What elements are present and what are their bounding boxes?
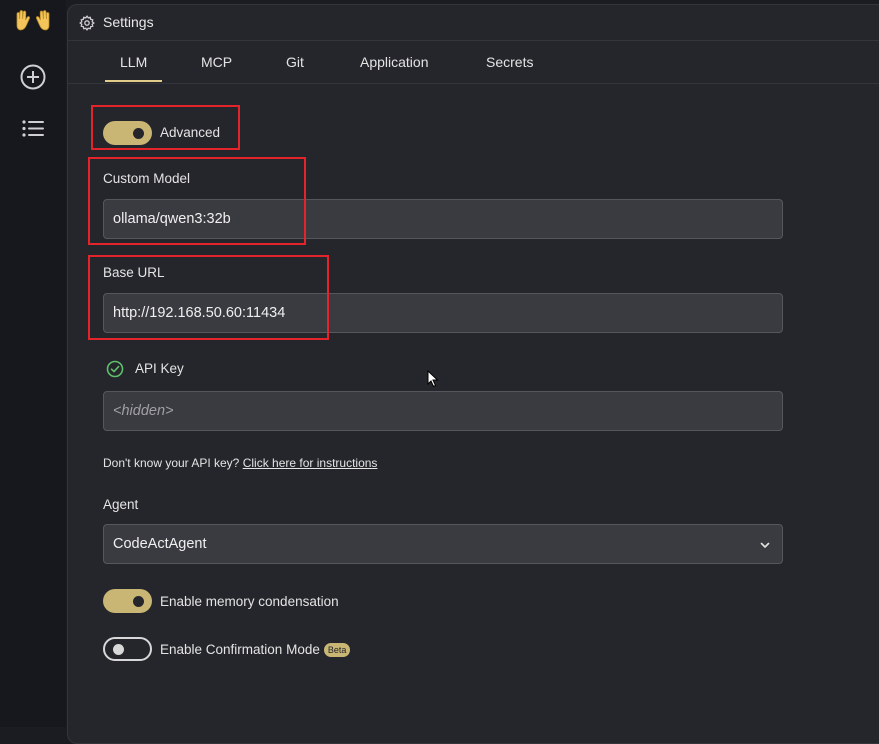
page-title: Settings — [103, 14, 154, 30]
memory-condensation-label: Enable memory condensation — [160, 594, 339, 609]
tab-llm[interactable]: LLM — [104, 54, 163, 82]
confirmation-mode-label: Enable Confirmation Mode Beta — [160, 642, 351, 657]
api-key-help: Don't know your API key? Click here for … — [103, 456, 377, 470]
advanced-label: Advanced — [160, 125, 221, 140]
custom-model-label: Custom Model — [103, 171, 191, 186]
api-key-instructions-link[interactable]: Click here for instructions — [243, 456, 378, 470]
tab-application[interactable]: Application — [360, 54, 429, 70]
advanced-toggle[interactable] — [103, 121, 152, 145]
confirmation-mode-toggle[interactable] — [103, 637, 152, 661]
api-key-input[interactable] — [103, 391, 783, 431]
gear-icon — [79, 15, 95, 31]
base-url-label: Base URL — [103, 265, 165, 280]
tab-git[interactable]: Git — [286, 54, 304, 70]
plus-circle-icon[interactable] — [19, 63, 47, 91]
base-url-input[interactable] — [103, 293, 783, 333]
tab-mcp[interactable]: MCP — [201, 54, 232, 70]
tab-secrets[interactable]: Secrets — [486, 54, 533, 70]
settings-tabs: LLM MCP Git Application Secrets — [68, 41, 879, 84]
panel-header: Settings — [68, 5, 879, 41]
raised-hands-icon[interactable] — [14, 9, 52, 33]
toggle-knob — [133, 596, 144, 607]
confirmation-mode-text: Enable Confirmation Mode — [160, 642, 320, 657]
mouse-cursor-icon — [427, 370, 439, 388]
agent-select-value: CodeActAgent — [113, 536, 207, 552]
api-key-help-text: Don't know your API key? — [103, 456, 240, 470]
check-circle-icon — [106, 360, 124, 378]
chevron-down-icon — [760, 542, 770, 548]
agent-label: Agent — [103, 497, 139, 512]
agent-select[interactable]: CodeActAgent — [103, 524, 783, 564]
settings-panel: Settings LLM MCP Git Application Secrets… — [67, 4, 879, 744]
toggle-knob — [113, 644, 124, 655]
toggle-knob — [133, 128, 144, 139]
list-icon[interactable] — [19, 115, 47, 143]
beta-badge: Beta — [323, 643, 351, 657]
memory-condensation-toggle[interactable] — [103, 589, 152, 613]
custom-model-input[interactable] — [103, 199, 783, 239]
sidebar — [0, 0, 66, 727]
api-key-label: API Key — [135, 361, 184, 376]
